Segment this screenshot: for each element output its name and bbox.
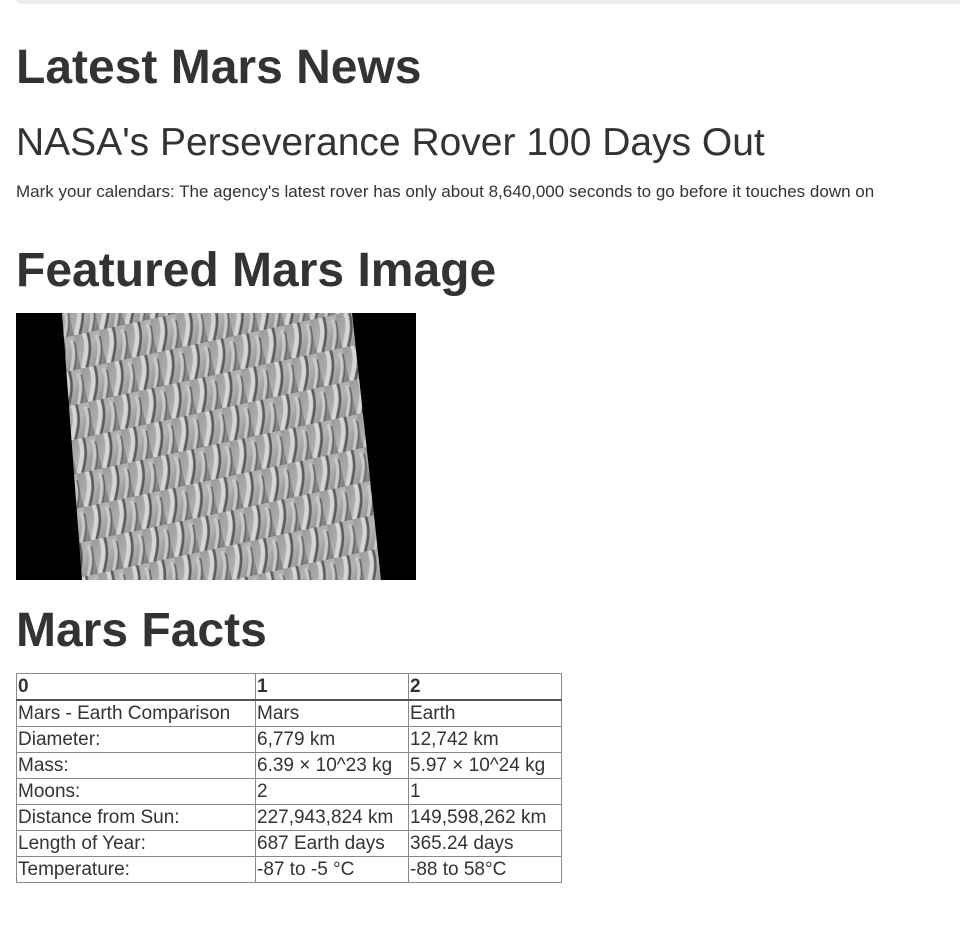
table-cell: 6.39 × 10^23 kg <box>255 752 409 779</box>
table-cell: Length of Year: <box>16 830 256 857</box>
news-heading: Latest Mars News <box>16 41 422 94</box>
mars-facts-heading: Mars Facts <box>16 604 267 657</box>
table-cell: Distance from Sun: <box>16 804 256 831</box>
table-cell: 5.97 × 10^24 kg <box>408 752 562 779</box>
table-cell: -88 to 58°C <box>408 856 562 883</box>
table-cell: 687 Earth days <box>255 830 409 857</box>
table-cell: 365.24 days <box>408 830 562 857</box>
table-cell: Moons: <box>16 778 256 805</box>
table-row: Diameter: 6,779 km 12,742 km <box>16 726 562 753</box>
featured-image-heading: Featured Mars Image <box>16 244 497 297</box>
column-header: 0 <box>16 673 256 701</box>
table-cell: 2 <box>255 778 409 805</box>
table-cell: -87 to -5 °C <box>255 856 409 883</box>
table-row: Mars - Earth Comparison Mars Earth <box>16 699 562 727</box>
table-cell: 12,742 km <box>408 726 562 753</box>
table-row: Distance from Sun: 227,943,824 km 149,59… <box>16 804 562 831</box>
table-header-row: 0 1 2 <box>16 673 562 701</box>
top-bar <box>16 0 960 4</box>
table-cell: Mars - Earth Comparison <box>16 699 256 727</box>
table-cell: 149,598,262 km <box>408 804 562 831</box>
table-cell: Mars <box>255 699 409 727</box>
table-cell: 6,779 km <box>255 726 409 753</box>
table-row: Temperature: -87 to -5 °C -88 to 58°C <box>16 856 562 883</box>
table-row: Mass: 6.39 × 10^23 kg 5.97 × 10^24 kg <box>16 752 562 779</box>
table-row: Length of Year: 687 Earth days 365.24 da… <box>16 830 562 857</box>
table-cell: Earth <box>408 699 562 727</box>
news-teaser: Mark your calendars: The agency's latest… <box>16 182 875 201</box>
column-header: 1 <box>255 673 409 701</box>
table-row: Moons: 2 1 <box>16 778 562 805</box>
mars-facts-table: 0 1 2 Mars - Earth Comparison Mars Earth… <box>16 673 562 883</box>
table-cell: 227,943,824 km <box>255 804 409 831</box>
column-header: 2 <box>408 673 562 701</box>
mars-dunes-image <box>16 313 416 580</box>
news-title[interactable]: NASA's Perseverance Rover 100 Days Out <box>16 121 765 165</box>
table-cell: Mass: <box>16 752 256 779</box>
table-cell: Temperature: <box>16 856 256 883</box>
table-cell: Diameter: <box>16 726 256 753</box>
table-cell: 1 <box>408 778 562 805</box>
featured-mars-image[interactable] <box>16 313 416 580</box>
